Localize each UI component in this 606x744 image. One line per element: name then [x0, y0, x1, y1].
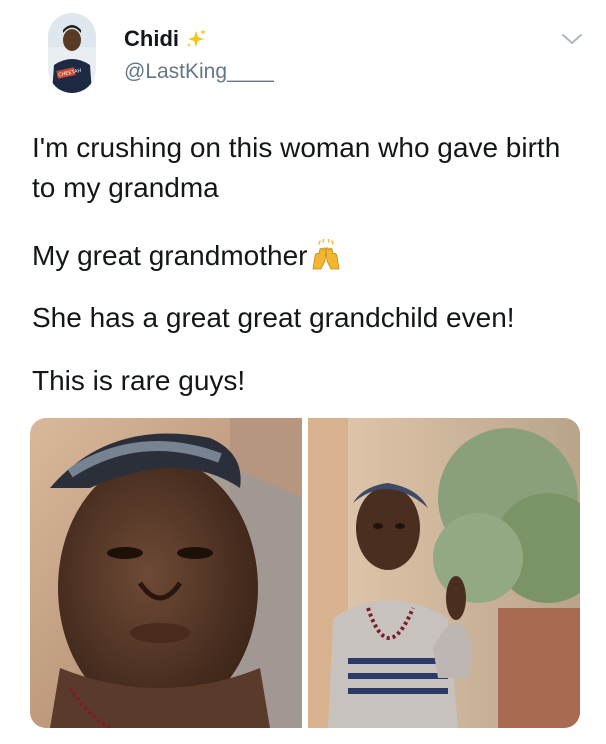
display-name[interactable]: Chidi	[124, 26, 179, 52]
avatar-image: CHEETAH	[48, 13, 96, 93]
tweet-card: CHEETAH Chidi @LastKing____ I'm crushing…	[0, 0, 606, 744]
close-up-selfie-photo[interactable]	[30, 418, 302, 728]
avatar[interactable]: CHEETAH	[48, 13, 96, 93]
chevron-down-icon[interactable]	[560, 30, 584, 48]
tweet-line-3: She has a great great grandchild even!	[32, 302, 515, 333]
name-row: Chidi	[124, 26, 207, 52]
media-grid	[30, 418, 580, 728]
user-handle[interactable]: @LastKing____	[124, 60, 274, 84]
sparkles-icon	[187, 29, 206, 47]
tweet-line-1: I'm crushing on this woman who gave birt…	[32, 132, 561, 203]
photo-left-image	[30, 418, 302, 728]
tweet-line-2: My great grandmother	[32, 240, 308, 271]
raising-hands-icon	[313, 239, 340, 270]
photo-right-image	[308, 418, 580, 728]
tweet-line-4: This is rare guys!	[32, 365, 246, 396]
seated-portrait-photo[interactable]	[308, 418, 580, 728]
tweet-line-2-row: My great grandmother	[32, 236, 587, 276]
